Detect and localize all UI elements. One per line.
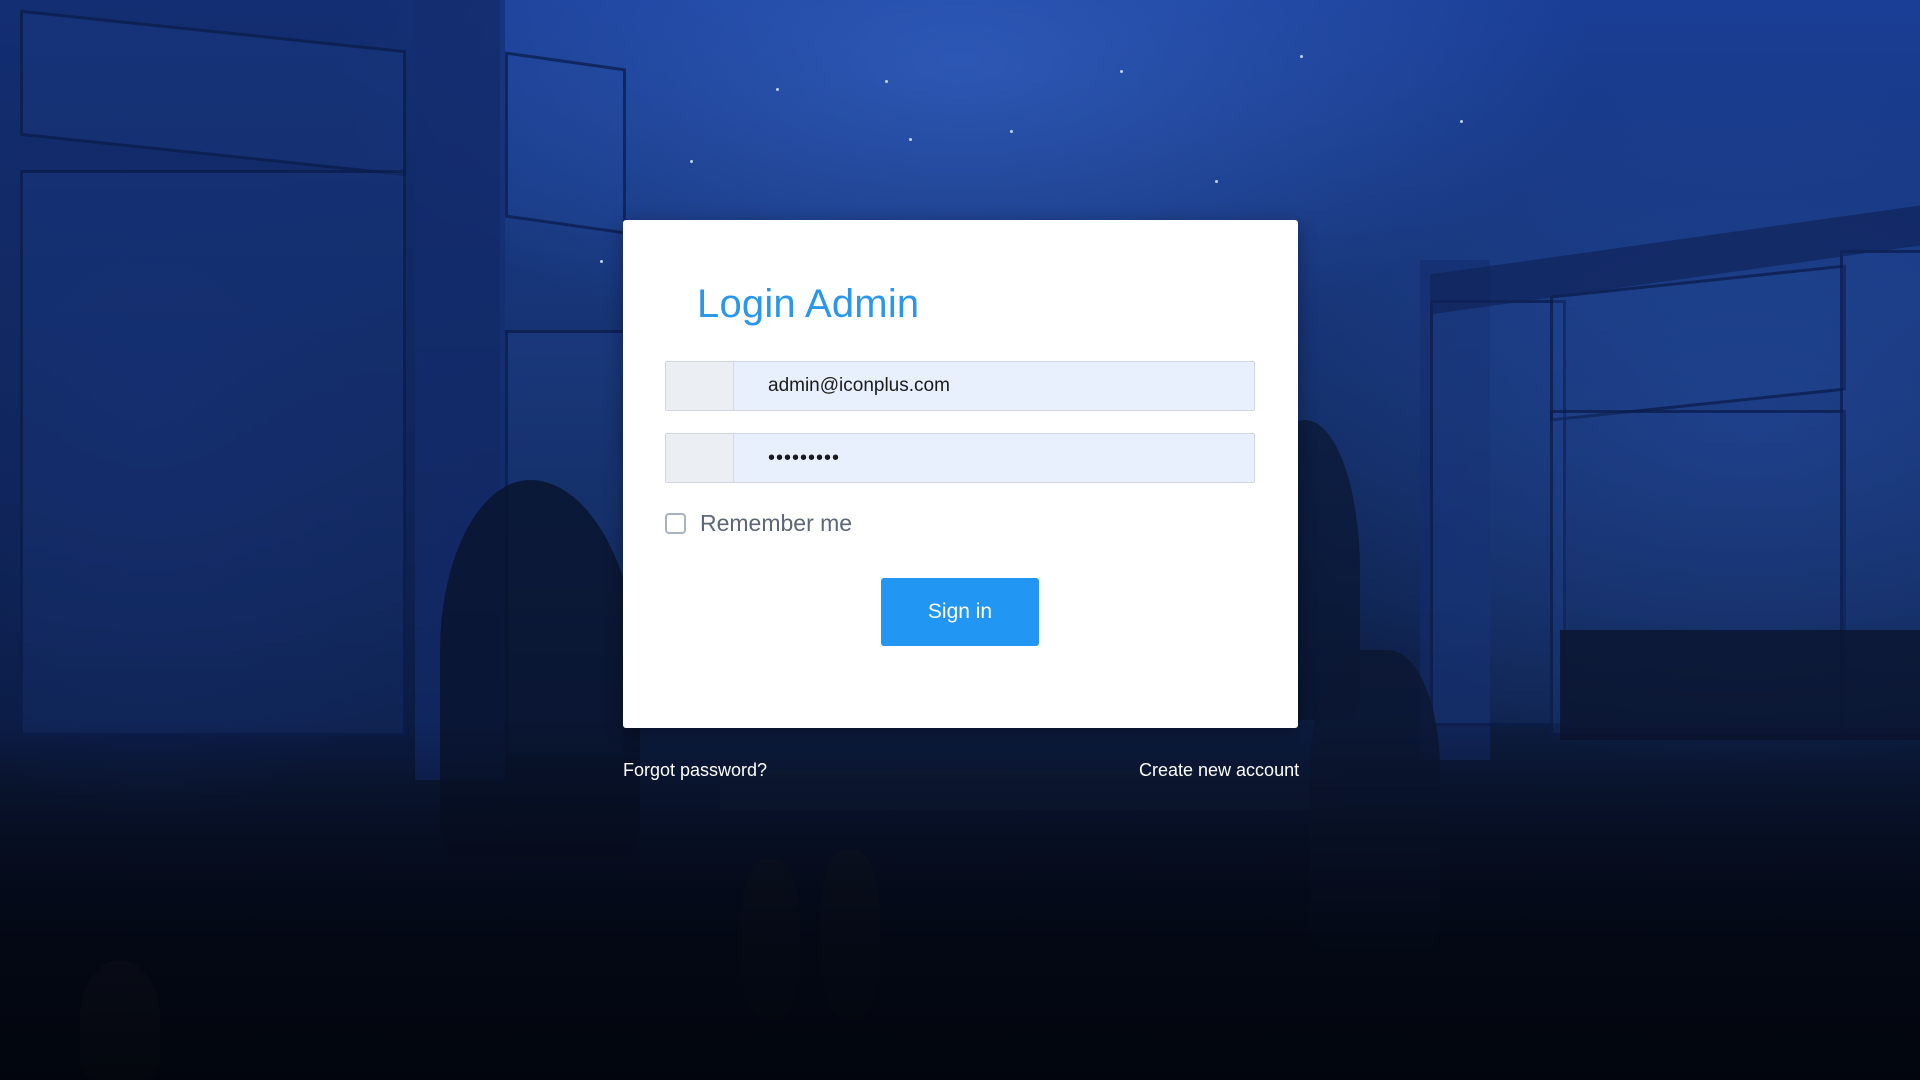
email-addon-icon [666,362,734,410]
window-pane [1430,300,1566,726]
star [909,138,912,141]
password-input-group [665,433,1255,483]
star [1300,55,1303,58]
login-card: Login Admin Remember me Sign in [623,220,1298,728]
remember-me-label: Remember me [700,510,853,536]
remember-me-checkbox[interactable] [665,513,686,534]
star [600,260,603,263]
star [885,80,888,83]
window-pane [505,51,626,235]
star [1120,70,1123,73]
star [690,160,693,163]
password-addon-icon [666,434,734,482]
floor-shadow [0,720,1920,1080]
create-account-link[interactable]: Create new account [1139,760,1299,781]
window-pane [20,170,406,736]
password-field[interactable] [734,434,1254,482]
email-input-group [665,361,1255,411]
remember-me[interactable]: Remember me [665,510,852,537]
email-field[interactable] [734,362,1254,410]
star [1010,130,1013,133]
forgot-password-link[interactable]: Forgot password? [623,760,767,781]
login-title: Login Admin [697,282,920,326]
star [1215,180,1218,183]
sign-in-button[interactable]: Sign in [881,578,1039,646]
star [1460,120,1463,123]
star [776,88,779,91]
